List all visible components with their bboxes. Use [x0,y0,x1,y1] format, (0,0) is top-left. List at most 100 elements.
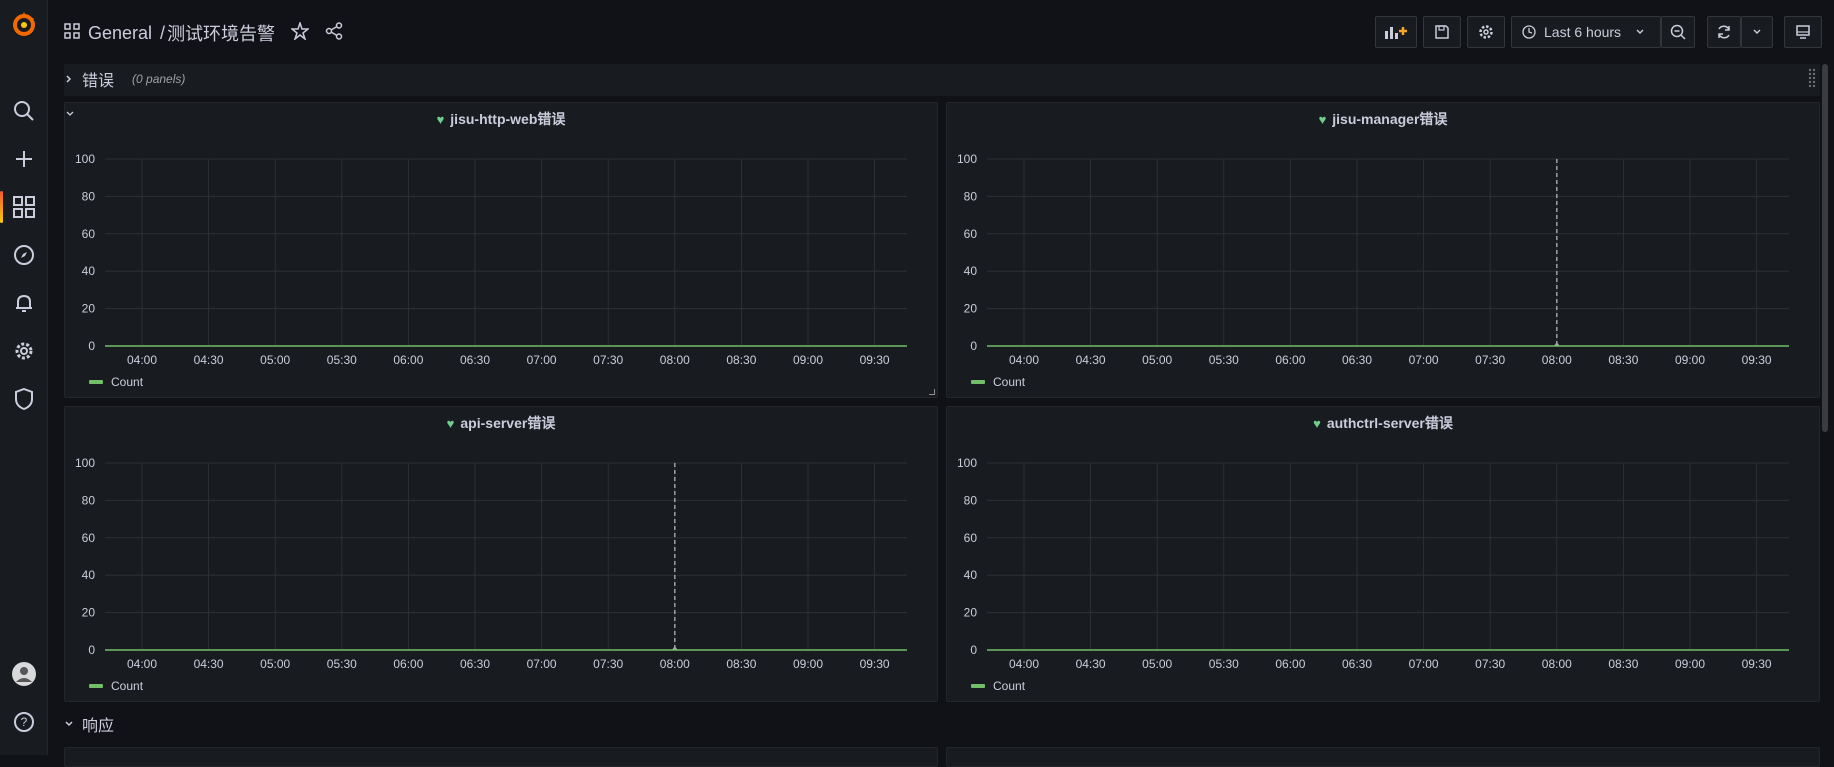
star-icon[interactable] [291,22,309,45]
panel-graph[interactable]: 02040608010004:0004:3005:0005:3006:0006:… [65,103,939,399]
add-panel-button[interactable] [1375,16,1417,48]
breadcrumb-separator: / [160,23,165,44]
panel-authctrl-server[interactable]: ♥ authctrl-server错误 02040608010004:0004:… [946,406,1820,702]
y-tick-label: 80 [964,189,978,203]
y-tick-label: 80 [82,493,96,507]
explore-compass-icon[interactable] [0,235,48,275]
scrollbar[interactable] [1822,64,1828,432]
chevron-down-icon [64,719,74,729]
panel-graph[interactable]: 02040608010004:0004:3005:0005:3006:0006:… [65,407,939,703]
legend-color-swatch [971,380,985,384]
y-tick-label: 100 [957,152,977,166]
x-tick-label: 09:00 [793,657,823,671]
panel-jisu-http-web[interactable]: ♥ jisu-http-web错误 02040608010004:0004:30… [64,102,938,398]
y-tick-label: 0 [970,339,977,353]
panel-top-edge [64,747,938,767]
x-tick-label: 07:00 [527,657,557,671]
configuration-gear-icon[interactable] [0,331,48,371]
y-tick-label: 40 [964,264,978,278]
row-title: 响应 [82,712,114,736]
y-tick-label: 100 [75,456,95,470]
user-avatar-icon[interactable] [0,654,48,694]
row-response-header[interactable]: 响应 [64,708,114,740]
row-drag-handle-icon[interactable] [1808,68,1816,93]
x-tick-label: 08:00 [1542,657,1572,671]
x-tick-label: 07:00 [1409,657,1439,671]
tv-mode-button[interactable] [1784,16,1822,48]
y-tick-label: 100 [75,152,95,166]
x-tick-label: 08:30 [1608,353,1638,367]
x-tick-label: 04:00 [1009,657,1039,671]
panel-jisu-manager[interactable]: ♥ jisu-manager错误 02040608010004:0004:300… [946,102,1820,398]
dashboard-settings-button[interactable] [1467,16,1505,48]
legend-item[interactable]: Count [89,679,143,693]
panel-top-edge [946,747,1820,767]
x-tick-label: 05:30 [327,657,357,671]
x-tick-label: 06:00 [1275,353,1305,367]
time-range-picker[interactable]: Last 6 hours [1511,16,1661,48]
breadcrumb-folder[interactable]: General [88,23,152,44]
refresh-interval-dropdown[interactable] [1741,16,1773,48]
legend-item[interactable]: Count [89,375,143,389]
legend-label: Count [111,679,143,693]
x-tick-label: 09:00 [793,353,823,367]
help-icon[interactable]: ? [0,702,48,742]
x-tick-label: 04:30 [1076,657,1106,671]
row-panel-count: (0 panels) [132,72,185,86]
legend-color-swatch [971,684,985,688]
x-tick-label: 08:00 [660,353,690,367]
y-tick-label: 20 [964,302,978,316]
refresh-icon [1716,24,1732,40]
save-dashboard-button[interactable] [1423,16,1461,48]
dashboard-title[interactable]: 测试环境告警 [167,20,275,46]
y-tick-label: 20 [82,606,96,620]
x-tick-label: 07:00 [1409,353,1439,367]
dashboards-icon[interactable] [0,187,48,227]
x-tick-label: 07:30 [1475,657,1505,671]
legend-color-swatch [89,380,103,384]
x-tick-label: 07:30 [593,353,623,367]
x-tick-label: 07:00 [527,353,557,367]
resize-handle-icon[interactable] [929,389,935,395]
y-tick-label: 20 [964,606,978,620]
x-tick-label: 07:30 [1475,353,1505,367]
row-errors-header[interactable]: 错误 (0 panels) [64,63,185,95]
y-tick-label: 60 [82,227,96,241]
plus-icon[interactable] [0,139,48,179]
x-tick-label: 05:00 [1142,657,1172,671]
panel-api-server[interactable]: ♥ api-server错误 02040608010004:0004:3005:… [64,406,938,702]
y-tick-label: 40 [82,568,96,582]
x-tick-label: 06:30 [460,657,490,671]
dashboard-grid-icon [64,23,80,44]
panel-graph[interactable]: 02040608010004:0004:3005:0005:3006:0006:… [947,407,1821,703]
legend-color-swatch [89,684,103,688]
panel-graph[interactable]: 02040608010004:0004:3005:0005:3006:0006:… [947,103,1821,399]
x-tick-label: 06:30 [460,353,490,367]
server-admin-shield-icon[interactable] [0,379,48,419]
alerting-bell-icon[interactable] [0,283,48,323]
x-tick-label: 08:30 [726,657,756,671]
monitor-icon [1795,24,1811,40]
x-tick-label: 08:00 [1542,353,1572,367]
x-tick-label: 04:00 [127,657,157,671]
legend-item[interactable]: Count [971,679,1025,693]
time-range-label: Last 6 hours [1544,24,1621,40]
x-tick-label: 09:30 [860,657,890,671]
x-tick-label: 04:00 [127,353,157,367]
x-tick-label: 09:00 [1675,657,1705,671]
grafana-logo-icon[interactable] [10,10,38,38]
x-tick-label: 06:30 [1342,353,1372,367]
search-icon[interactable] [0,91,48,131]
y-tick-label: 0 [970,643,977,657]
chevron-down-icon [1752,27,1762,37]
refresh-button[interactable] [1707,16,1741,48]
zoom-out-button[interactable] [1661,16,1695,48]
save-icon [1434,24,1450,40]
x-tick-label: 04:30 [194,657,224,671]
y-tick-label: 80 [964,493,978,507]
legend-item[interactable]: Count [971,375,1025,389]
legend-label: Count [993,679,1025,693]
x-tick-label: 05:00 [260,353,290,367]
share-icon[interactable] [325,22,343,45]
row-title: 错误 [82,67,114,91]
